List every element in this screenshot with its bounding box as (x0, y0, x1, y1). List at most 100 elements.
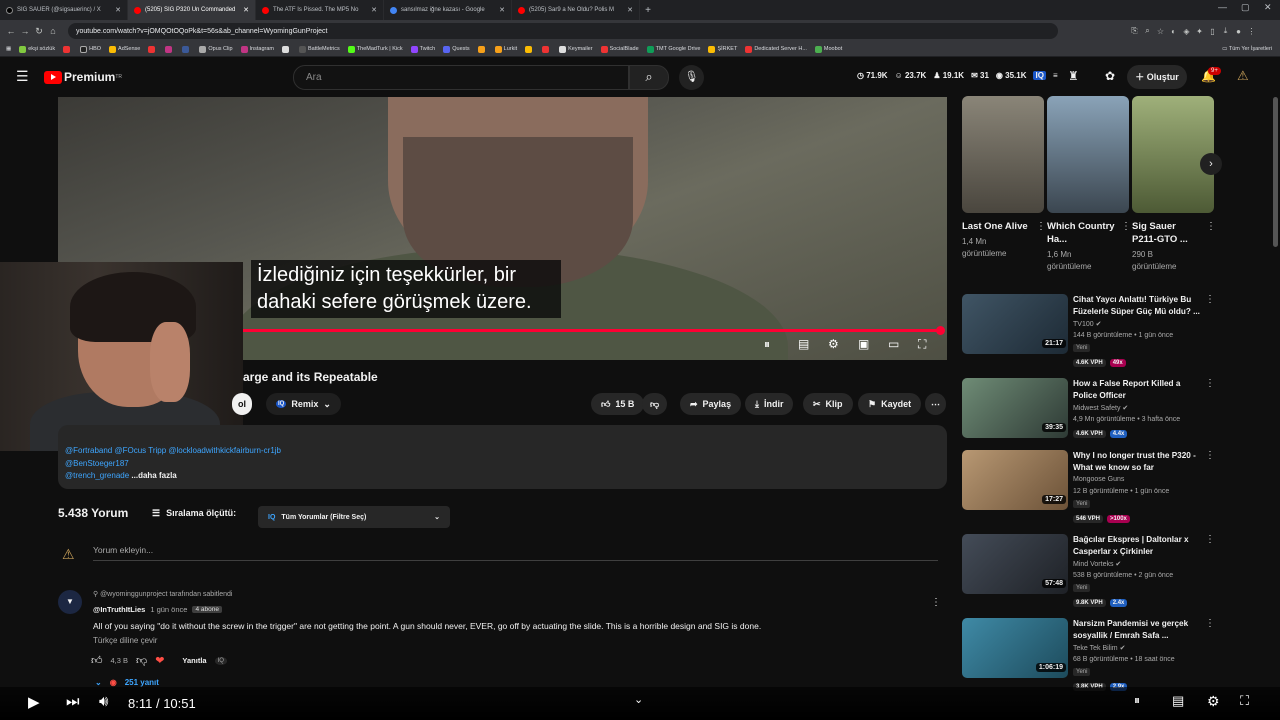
bookmark-item[interactable] (281, 45, 291, 53)
recommendation-item[interactable]: 57:48 Bağcılar Ekspres | Daltonlar x Cas… (962, 534, 1215, 614)
apps-icon[interactable]: ▦ (6, 46, 11, 52)
recommendation-title[interactable]: Narsizm Pandemisi ve gerçek sosyallik / … (1073, 618, 1201, 642)
bookmark-item[interactable]: Moobot (814, 45, 842, 53)
dislike-button[interactable]: 👎︎ (642, 393, 668, 415)
save-button[interactable]: ⚑ Kaydet (858, 393, 922, 415)
forward-icon[interactable]: → (18, 26, 32, 36)
recommendation-menu-icon[interactable]: ⋮ (1205, 534, 1215, 545)
recommendation-channel[interactable]: Mind Vorteks ✔ (1073, 560, 1121, 568)
comment-dislike-button[interactable]: 👎︎ (136, 654, 147, 667)
trophy-icon[interactable]: ♜ (1068, 69, 1079, 83)
bookmark-item[interactable]: Twitch (410, 45, 435, 53)
bookmark-item[interactable]: Dedicated Server H... (745, 45, 807, 53)
reply-button[interactable]: Yanıtla (182, 656, 206, 665)
window-close-icon[interactable]: ✕ (1264, 2, 1272, 13)
miniplayer-icon[interactable]: ▣ (858, 337, 869, 351)
comment-menu-icon[interactable]: ⋮ (931, 597, 941, 608)
recommendation-item[interactable]: 17:27 Why I no longer trust the P320 - W… (962, 450, 1215, 530)
bookmark-item[interactable]: Lurkit (494, 45, 517, 53)
youtube-logo[interactable]: Premium TR (44, 70, 122, 84)
maximize-icon[interactable]: ▢ (1241, 2, 1250, 13)
recommendation-title[interactable]: How a False Report Killed a Police Offic… (1073, 378, 1201, 402)
voice-search-button[interactable]: 🎙 (679, 65, 704, 90)
shelf-next-arrow-icon[interactable]: › (1200, 153, 1222, 175)
sidepanel-icon[interactable]: ▯ (1206, 27, 1219, 36)
bookmark-item[interactable] (63, 45, 72, 53)
description-link[interactable]: @Fortraband @FOcus Tripp @lockloadwithki… (65, 445, 939, 458)
subscribe-button[interactable]: ol (232, 393, 252, 415)
bookmark-item[interactable] (525, 45, 534, 53)
bookmark-item[interactable]: Opus Clip (199, 45, 233, 53)
browser-tab[interactable]: sansılmaz iğne kazası - Google ✕ (384, 0, 512, 20)
bookmark-item[interactable] (542, 45, 551, 53)
recommendation-channel[interactable]: Teke Tek Bilim ✔ (1073, 644, 1125, 652)
shelf-item[interactable]: Which Country Ha... 1,6 Mn görüntüleme ⋮ (1047, 96, 1131, 273)
bookmark-star-icon[interactable]: ☆ (1154, 27, 1167, 36)
comment-time[interactable]: 1 gün önce (150, 605, 187, 614)
close-icon[interactable]: ✕ (115, 6, 121, 14)
bookmark-item[interactable] (148, 45, 157, 53)
close-icon[interactable]: ✕ (371, 6, 377, 14)
extension-icon[interactable]: IQ (214, 656, 227, 665)
minimize-icon[interactable]: — (1218, 2, 1227, 12)
settings-gear-icon[interactable]: ⚙ (1207, 693, 1220, 710)
commenter-avatar[interactable]: ▼ (58, 590, 82, 614)
recommendation-item[interactable]: 39:35 How a False Report Killed a Police… (962, 378, 1215, 458)
close-icon[interactable]: ✕ (243, 6, 249, 14)
extensions-puzzle-icon[interactable]: ✦ (1193, 27, 1206, 36)
back-icon[interactable]: ← (4, 26, 18, 36)
shelf-item[interactable]: Last One Alive 1,4 Mn görüntüleme ⋮ (962, 96, 1046, 260)
sort-button[interactable]: ☰ Sıralama ölçütü: (152, 508, 236, 519)
bookmark-item[interactable]: SocialBlade (600, 45, 639, 53)
share-button[interactable]: ➦ Paylaş (680, 393, 742, 415)
install-icon[interactable]: ⎘ (1128, 26, 1141, 36)
home-icon[interactable]: ⌂ (46, 26, 60, 36)
recommendation-title[interactable]: Cihat Yaycı Anlattı! Türkiye Bu Füzelerl… (1073, 294, 1201, 318)
theater-mode-icon[interactable]: ▭ (888, 337, 899, 351)
download-icon[interactable]: ⤓ (1219, 26, 1232, 36)
play-icon[interactable]: ▶ (28, 693, 40, 711)
shelf-title[interactable]: Which Country Ha... (1047, 220, 1115, 246)
shelf-menu-icon[interactable]: ⋮ (1036, 221, 1046, 232)
download-button[interactable]: ⤓ İndir (745, 393, 794, 415)
remix-button[interactable]: IQ Remix ⌄ (266, 393, 341, 415)
recommendation-menu-icon[interactable]: ⋮ (1205, 450, 1215, 461)
extension-icon[interactable]: ◈ (1180, 27, 1193, 36)
shelf-thumbnail[interactable] (962, 96, 1044, 213)
bookmark-item[interactable]: Quests (443, 45, 470, 53)
close-icon[interactable]: ✕ (499, 6, 505, 14)
shelf-item[interactable]: Sig Sauer P211-GTO ... 290 Bgörüntüleme … (1132, 96, 1216, 273)
clip-button[interactable]: ✂ Klip (803, 393, 853, 415)
bookmark-item[interactable]: BattleMetrics (298, 45, 340, 53)
shelf-thumbnail[interactable] (1047, 96, 1129, 213)
recommendation-channel[interactable]: Midwest Safety ✔ (1073, 404, 1128, 412)
view-replies-button[interactable]: ⌄ ◉ 251 yanıt (95, 678, 159, 687)
shelf-menu-icon[interactable]: ⋮ (1206, 221, 1216, 232)
bookmark-item[interactable] (477, 45, 487, 53)
comment-like-button[interactable]: 👍︎ (91, 654, 103, 667)
reload-icon[interactable]: ↻ (32, 26, 46, 37)
subtitles-icon[interactable]: ▤ (1172, 693, 1184, 709)
recommendation-channel[interactable]: Mongoose Guns (1073, 476, 1124, 483)
description-more-button[interactable]: ...daha fazla (131, 471, 176, 480)
create-button[interactable]: ＋ Oluştur (1127, 65, 1187, 89)
like-button[interactable]: 👍︎ 15 B (591, 393, 645, 415)
recommendation-title[interactable]: Bağcılar Ekspres | Daltonlar x Casperlar… (1073, 534, 1201, 558)
menu-kebab-icon[interactable]: ⋮ (1245, 27, 1258, 36)
description-link[interactable]: @trench_grenade (65, 471, 129, 480)
description-link[interactable]: @BenStoeger187 (65, 458, 939, 471)
extension-icon[interactable]: IQ (1033, 71, 1046, 80)
autoplay-toggle-icon[interactable]: ⏸︎ (1134, 693, 1140, 708)
extension-icon[interactable]: ◐ (1167, 27, 1180, 36)
shelf-title[interactable]: Last One Alive (962, 220, 1030, 233)
recommendation-item[interactable]: 21:17 Cihat Yaycı Anlattı! Türkiye Bu Fü… (962, 294, 1215, 374)
search-button[interactable]: ⌕ (629, 65, 669, 90)
bookmark-item[interactable]: TheMadTurk | Kick (347, 45, 403, 53)
fullscreen-icon[interactable]: ⛶ (918, 337, 926, 352)
progress-scrubber[interactable] (936, 326, 945, 335)
recommendation-menu-icon[interactable]: ⋮ (1205, 378, 1215, 389)
comment-filter-select[interactable]: IQ Tüm Yorumlar (Filtre Seç) ⌄ (258, 506, 450, 528)
browser-tab[interactable]: SIG SAUER (@sigsauerinc) / X ✕ (0, 0, 128, 20)
chevron-down-icon[interactable]: ⌄ (634, 693, 643, 706)
bookmark-item[interactable]: ekşi sözlük (19, 45, 55, 53)
